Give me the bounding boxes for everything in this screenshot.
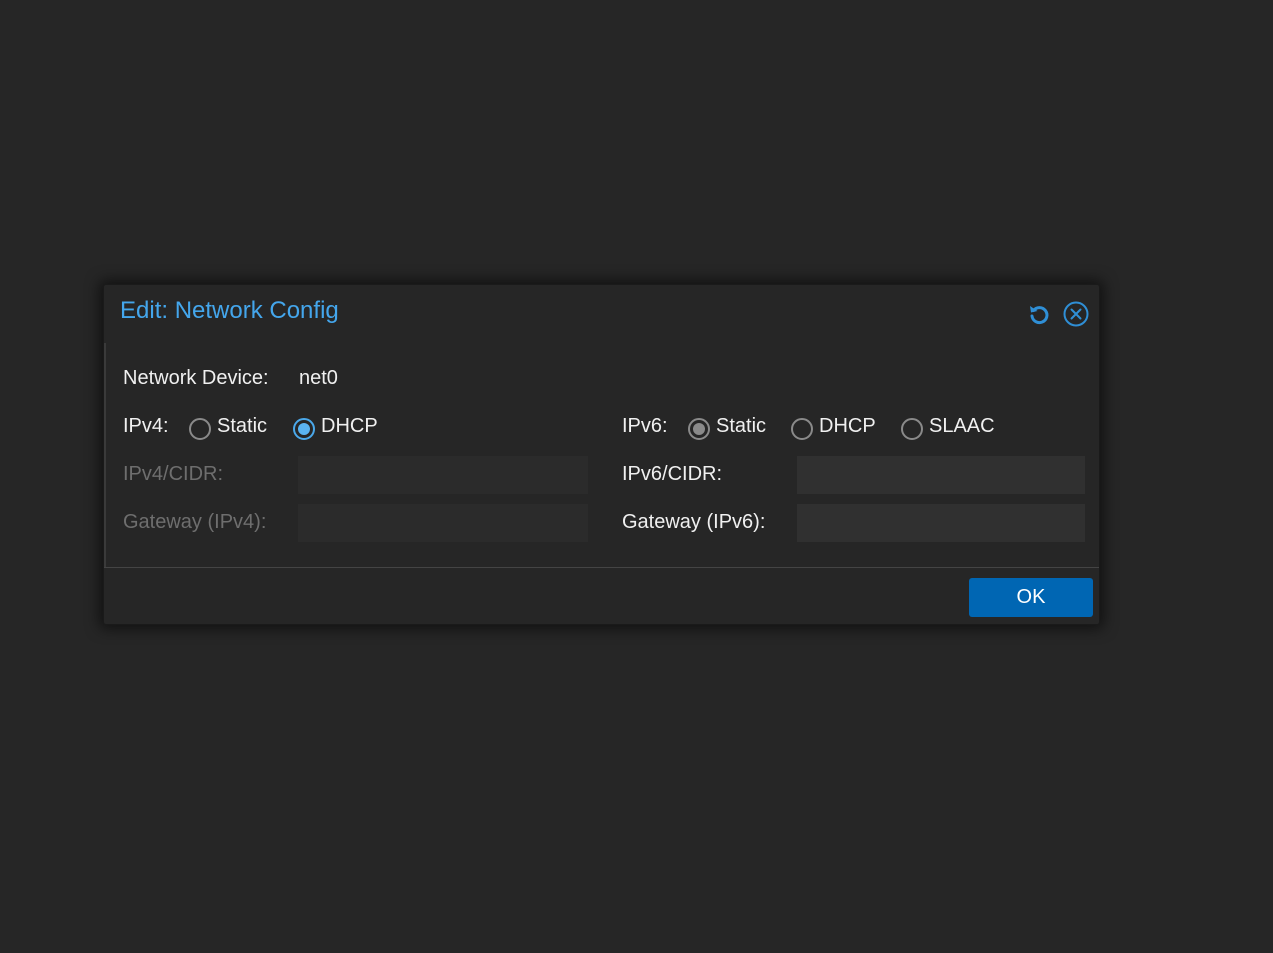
ipv6-dhcp-radio[interactable]: DHCP [791,415,876,440]
radio-unchecked-icon [901,417,923,440]
dialog-footer: OK [104,567,1099,627]
ipv4-cidr-input[interactable] [298,456,588,494]
ipv6-static-label: Static [716,415,767,437]
ipv4-gateway-input[interactable] [298,504,588,542]
ipv6-gateway-input[interactable] [797,504,1085,542]
ipv6-gateway-label: Gateway (IPv6): [622,511,766,533]
ipv6-label: IPv6: [622,415,668,437]
close-circle-icon[interactable] [1063,301,1089,327]
ipv4-cidr-label: IPv4/CIDR: [123,463,224,485]
radio-checked-icon [688,417,710,440]
ipv6-cidr-input[interactable] [797,456,1085,494]
ipv4-static-label: Static [217,415,268,437]
undo-icon[interactable] [1026,301,1052,327]
ipv6-static-radio[interactable]: Static [688,415,767,440]
dialog-body: Network Device: net0 IPv4: Static DHCP I… [104,343,1099,567]
ok-button[interactable]: OK [969,578,1093,617]
ipv6-cidr-label: IPv6/CIDR: [622,463,723,485]
radio-unchecked-icon [791,417,813,440]
radio-checked-icon [293,417,315,440]
network-device-value: net0 [299,367,338,389]
network-device-label: Network Device: [123,367,269,389]
ipv6-dhcp-label: DHCP [819,415,876,437]
dialog-titlebar[interactable]: Edit: Network Config [104,285,1099,343]
ipv4-static-radio[interactable]: Static [189,415,268,440]
radio-unchecked-icon [189,417,211,440]
ipv4-dhcp-radio[interactable]: DHCP [293,415,378,440]
ipv6-slaac-radio[interactable]: SLAAC [901,415,995,440]
ipv6-slaac-label: SLAAC [929,415,995,437]
ipv4-dhcp-label: DHCP [321,415,378,437]
network-config-dialog: Edit: Network Config Network Device: net… [103,284,1100,625]
ipv4-gateway-label: Gateway (IPv4): [123,511,267,533]
dialog-title: Edit: Network Config [120,297,339,324]
ipv4-label: IPv4: [123,415,169,437]
